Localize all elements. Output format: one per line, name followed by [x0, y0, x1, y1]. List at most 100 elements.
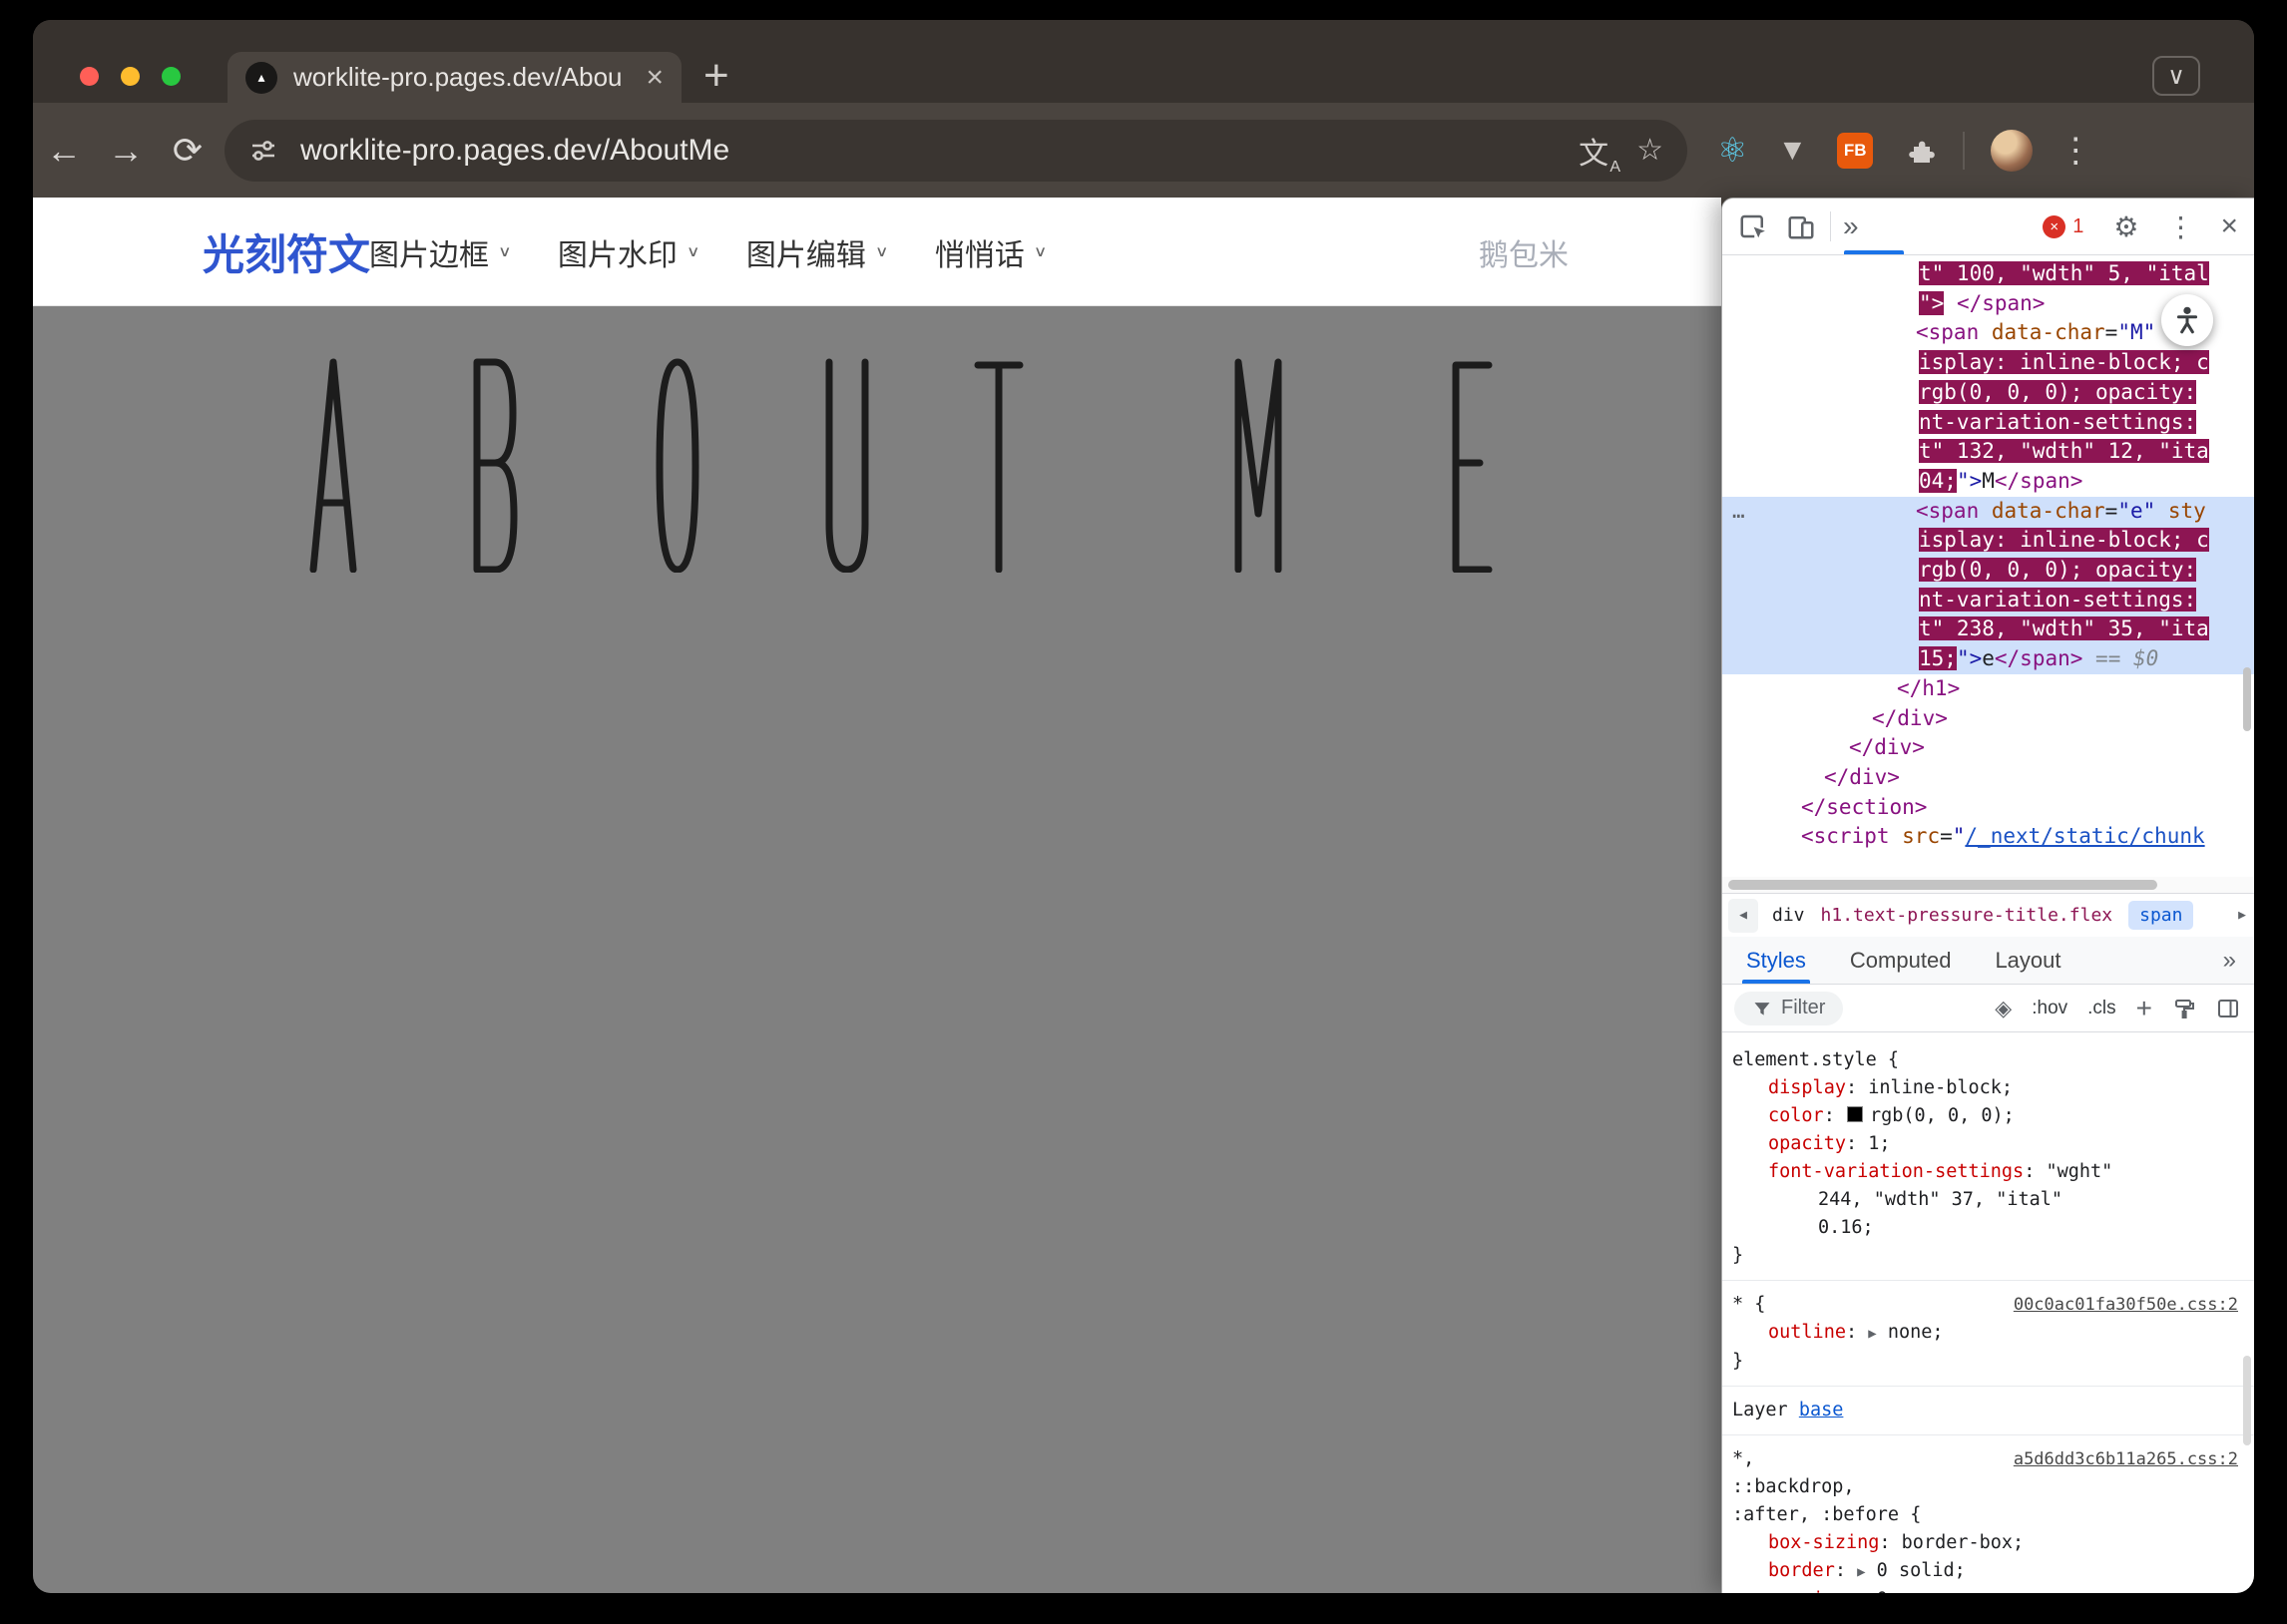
code-line[interactable]: nt-variation-settings:	[1722, 585, 2254, 615]
code-line[interactable]: t" 132, "wdth" 12, "ita	[1722, 437, 2254, 467]
code-line[interactable]: 244, "wdth" 37, "ital"	[1722, 1186, 2254, 1214]
code-token: 0;	[1866, 1589, 1899, 1593]
tab-layout[interactable]: Layout	[1995, 937, 2060, 984]
breadcrumb-item-div[interactable]: div	[1772, 905, 1805, 926]
code-line[interactable]: ::backdrop,	[1722, 1473, 2254, 1501]
nav-item-2[interactable]: 图片编辑 ∨	[746, 230, 889, 274]
code-line[interactable]: 15;">e</span> == $0	[1722, 644, 2254, 674]
translate-icon[interactable]: 文A	[1579, 129, 1620, 176]
nav-item-1[interactable]: 图片水印 ∨	[558, 230, 700, 274]
error-badge-icon[interactable]: ×	[2043, 214, 2066, 238]
new-tab-button[interactable]: +	[703, 54, 729, 98]
v-extension-icon[interactable]: ▼	[1777, 134, 1807, 168]
tab-close-icon[interactable]: ×	[646, 61, 664, 95]
code-line[interactable]: }	[1722, 1242, 2254, 1270]
more-tabs-icon[interactable]: »	[2223, 947, 2236, 975]
fb-extension-icon[interactable]: FB	[1837, 132, 1874, 169]
back-button[interactable]: ←	[33, 130, 95, 172]
code-line[interactable]: </section>	[1722, 793, 2254, 823]
window-minimize-button[interactable]	[121, 67, 140, 86]
code-line[interactable]: nt-variation-settings:	[1722, 408, 2254, 438]
scrollbar-thumb[interactable]	[1728, 880, 2157, 890]
stylesheet-link[interactable]: a5d6dd3c6b11a265.css:2	[2014, 1445, 2238, 1473]
code-line[interactable]: </div>	[1722, 704, 2254, 734]
nav-right-item[interactable]: 鹅包米	[1479, 198, 1569, 306]
styles-scrollbar-thumb[interactable]	[2243, 1356, 2251, 1445]
reload-button[interactable]: ⟳	[157, 130, 219, 172]
code-line[interactable]: </h1>	[1722, 674, 2254, 704]
code-token: </span>	[1956, 290, 2046, 315]
color-swatch[interactable]	[1846, 1106, 1863, 1122]
code-line[interactable]: :after, :before {	[1722, 1501, 2254, 1529]
browser-menu-icon[interactable]: ⋮	[2058, 131, 2092, 171]
code-line[interactable]: t" 100, "wdth" 5, "ital	[1722, 259, 2254, 289]
more-panels-icon[interactable]: »	[1843, 210, 1859, 242]
element-states-icon[interactable]: ◈	[1995, 996, 2012, 1021]
window-zoom-button[interactable]	[162, 67, 181, 86]
breadcrumb-item-span[interactable]: span	[2128, 901, 2194, 930]
code-line[interactable]: color: rgb(0, 0, 0);	[1722, 1102, 2254, 1130]
stylesheet-link[interactable]: 00c0ac01fa30f50e.css:2	[2014, 1291, 2238, 1319]
code-line[interactable]: a5d6dd3c6b11a265.css:2 *,	[1722, 1445, 2254, 1473]
toggle-class-button[interactable]: .cls	[2087, 998, 2116, 1019]
code-token: border	[1768, 1560, 1835, 1581]
window-close-button[interactable]	[80, 67, 99, 86]
devtools-close-icon[interactable]: ×	[2220, 209, 2238, 243]
code-line[interactable]: margin: ▶ 0;	[1722, 1586, 2254, 1593]
code-token: }	[1732, 1245, 1744, 1266]
active-tab[interactable]: ▴ worklite-pro.pages.dev/Abou ×	[228, 52, 682, 103]
code-line[interactable]: element.style {	[1722, 1046, 2254, 1074]
code-line[interactable]: display: inline-block;	[1722, 1074, 2254, 1102]
code-line[interactable]: rgb(0, 0, 0); opacity:	[1722, 556, 2254, 586]
code-line[interactable]: rgb(0, 0, 0); opacity:	[1722, 378, 2254, 408]
toggle-hover-button[interactable]: :hov	[2032, 998, 2067, 1019]
code-line[interactable]: opacity: 1;	[1722, 1130, 2254, 1158]
code-line[interactable]: 0.16;	[1722, 1214, 2254, 1242]
profile-avatar[interactable]	[1991, 129, 2034, 172]
styles-filter-input[interactable]: Filter	[1734, 991, 1844, 1025]
new-style-rule-button[interactable]: +	[2136, 993, 2152, 1024]
paint-roller-icon[interactable]	[2172, 997, 2196, 1020]
code-line[interactable]: font-variation-settings: "wght"	[1722, 1158, 2254, 1186]
code-line[interactable]: </div>	[1722, 763, 2254, 793]
code-line[interactable]: t" 238, "wdth" 35, "ita	[1722, 614, 2254, 645]
extensions-puzzle-icon[interactable]	[1903, 135, 1935, 167]
horizontal-scrollbar[interactable]	[1722, 877, 2254, 893]
site-logo[interactable]: 光刻符文	[203, 198, 370, 306]
tab-computed[interactable]: Computed	[1850, 937, 1952, 984]
code-line[interactable]: border: ▶ 0 solid;	[1722, 1557, 2254, 1586]
address-bar[interactable]: worklite-pro.pages.dev/AboutMe 文A ☆	[225, 119, 1687, 182]
code-line[interactable]: … <span data-char="e" sty	[1722, 496, 2254, 527]
code-line[interactable]: 04;">M</span>	[1722, 467, 2254, 497]
settings-gear-icon[interactable]: ⚙	[2113, 210, 2138, 243]
code-line[interactable]: }	[1722, 1348, 2254, 1376]
crumb-scroll-left-icon[interactable]: ◀	[1728, 898, 1758, 933]
code-line[interactable]: 00c0ac01fa30f50e.css:2 * {	[1722, 1291, 2254, 1319]
node-menu-dots-icon[interactable]: …	[1732, 497, 1745, 527]
nav-item-3[interactable]: 悄悄话 ∨	[935, 230, 1048, 274]
code-line[interactable]: isplay: inline-block; c	[1722, 526, 2254, 557]
react-devtools-extension-icon[interactable]: ⚛	[1717, 131, 1747, 171]
device-toolbar-icon[interactable]	[1786, 211, 1816, 241]
code-token: :	[1845, 1322, 1869, 1343]
breadcrumb-item-h1[interactable]: h1.text-pressure-title.flex	[1821, 905, 2113, 926]
crumb-scroll-right-icon[interactable]: ▶	[2238, 908, 2246, 923]
devtools-menu-icon[interactable]: ⋮	[2166, 210, 2194, 243]
inspect-element-icon[interactable]	[1738, 211, 1768, 241]
accessibility-person-icon[interactable]	[2161, 294, 2213, 346]
bookmark-star-icon[interactable]: ☆	[1636, 133, 1663, 168]
code-line[interactable]: isplay: inline-block; c	[1722, 348, 2254, 378]
code-line[interactable]: Layer base	[1722, 1397, 2254, 1424]
nav-item-0[interactable]: 图片边框 ∨	[369, 230, 512, 274]
sidebar-panel-icon[interactable]	[2216, 997, 2240, 1020]
code-line[interactable]: box-sizing: border-box;	[1722, 1529, 2254, 1557]
code-line[interactable]: <script src="/_next/static/chunk	[1722, 822, 2254, 852]
site-settings-icon[interactable]	[248, 136, 278, 166]
forward-button[interactable]: →	[95, 130, 157, 172]
tab-search-button[interactable]: ∨	[2152, 56, 2200, 96]
vertical-scrollbar-thumb[interactable]	[2243, 667, 2251, 731]
code-token: t" 100, "wdth" 5, "ital	[1919, 261, 2209, 285]
code-line[interactable]: outline: ▶ none;	[1722, 1319, 2254, 1348]
tab-styles[interactable]: Styles	[1742, 937, 1810, 984]
code-line[interactable]: </div>	[1722, 733, 2254, 763]
